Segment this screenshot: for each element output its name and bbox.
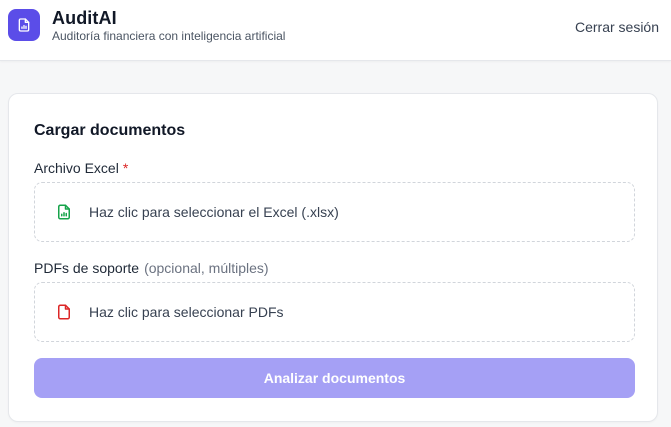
excel-label-text: Archivo Excel [34,160,119,176]
excel-dropzone[interactable]: Haz clic para seleccionar el Excel (.xls… [34,182,635,242]
app-header: AuditAI Auditoría financiera con intelig… [0,0,671,61]
excel-file-icon [53,201,75,223]
logo [8,9,40,41]
document-chart-icon [18,18,30,32]
analyze-button[interactable]: Analizar documentos [34,358,635,398]
pdfs-dropzone-prompt: Haz clic para seleccionar PDFs [89,304,284,320]
pdfs-label-text: PDFs de soporte [34,260,140,276]
excel-dropzone-prompt: Haz clic para seleccionar el Excel (.xls… [89,204,339,220]
app-title: AuditAI [52,8,117,28]
logout-button[interactable]: Cerrar sesión [575,19,659,35]
card-title: Cargar documentos [34,122,186,139]
pdfs-field-label: PDFs de soporte (opcional, múltiples) [34,260,269,276]
app-subtitle: Auditoría financiera con inteligencia ar… [52,29,286,43]
pdfs-optional-note: (opcional, múltiples) [144,260,269,276]
excel-field-label: Archivo Excel * [34,160,128,176]
required-mark: * [122,160,129,176]
pdf-file-icon [53,301,75,323]
upload-card: Cargar documentos Archivo Excel * Haz cli… [8,93,658,422]
pdfs-dropzone[interactable]: Haz clic para seleccionar PDFs [34,282,635,342]
